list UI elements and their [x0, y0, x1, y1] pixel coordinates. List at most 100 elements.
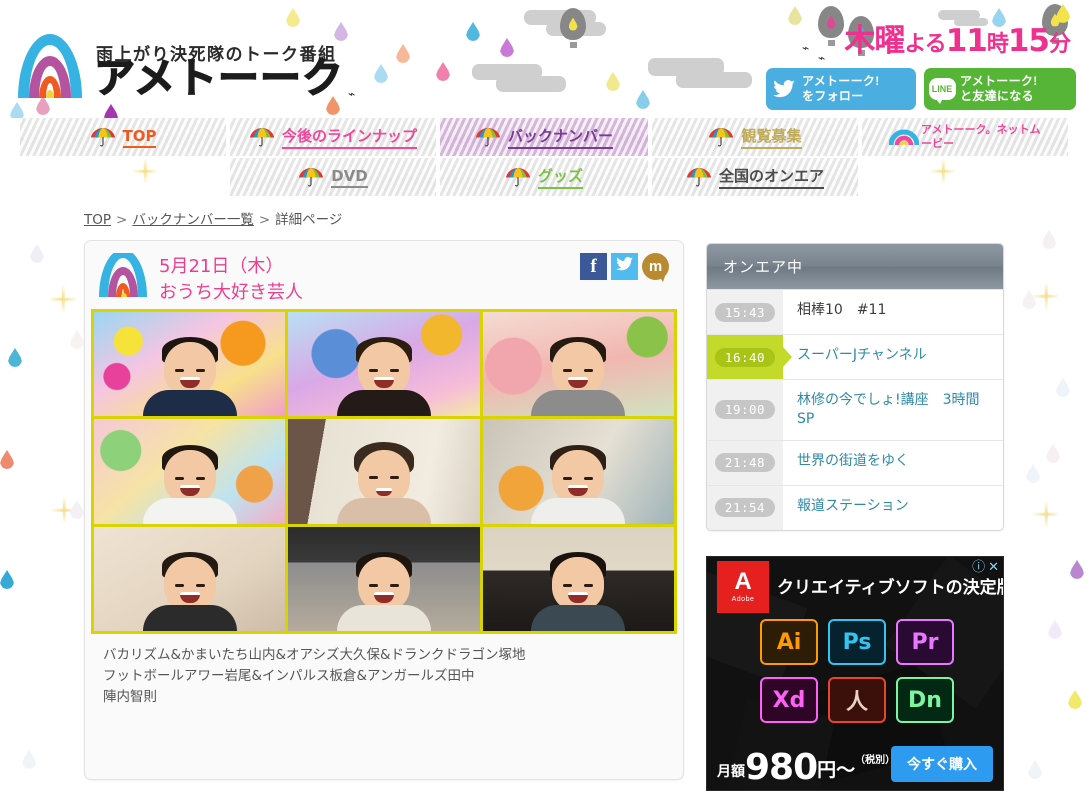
schedule-row[interactable]: 15:43 相棒10 #11 [707, 289, 1003, 334]
photo-cell [94, 526, 286, 631]
breadcrumb: TOP > バックナンバー一覧 > 詳細ページ [84, 208, 342, 228]
line-friend-button[interactable]: LINE アメトーーク! と友達になる [924, 68, 1076, 110]
schedule-row-current[interactable]: 16:40 スーパーJチャンネル [707, 334, 1003, 379]
logo-title: アメトーーク [93, 54, 344, 102]
advertisement-banner[interactable]: A Adobe クリエイティブソフトの決定版 ⓘ ✕ Ai Ps Pr Xd 人… [706, 556, 1004, 791]
umbrella-icon [298, 167, 324, 187]
raindrop [1068, 690, 1082, 709]
sparkle-icon [48, 284, 78, 314]
twitter-button-label: アメトーーク! をフォロー [802, 74, 880, 104]
breadcrumb-home[interactable]: TOP [84, 212, 111, 228]
share-buttons: f m [580, 253, 669, 282]
raindrop [992, 8, 1006, 27]
schedule-row[interactable]: 21:48 世界の街道をゆく [707, 439, 1003, 485]
breadcrumb-separator: > [258, 212, 271, 228]
twitter-label-line2: をフォロー [802, 89, 864, 103]
sparkle-icon [50, 496, 78, 524]
ad-close-icon[interactable]: ✕ [988, 560, 999, 573]
ad-price-label: 月額 [717, 764, 745, 780]
photo-cell [482, 526, 674, 631]
bird-icon: ⌁ [348, 87, 356, 101]
schedule-time-cell: 21:48 [707, 440, 783, 485]
episode-detail-card: 5月21日（木） おうち大好き芸人 f m バカリズム&かまいたち山内&オアシズ… [84, 240, 684, 780]
photo-cell [482, 312, 674, 417]
episode-date: 5月21日（木） [159, 256, 284, 277]
episode-caption: バカリズム&かまいたち山内&オアシズ大久保&ドランクドラゴン塚地 フットボールア… [103, 645, 669, 708]
mixi-share-button[interactable]: m [642, 253, 669, 282]
main-navigation: TOP 今後のラインナップ バックナンバー 観覧募集 アメトーーク。ネットムービ… [20, 118, 1068, 196]
twitter-bird-icon [616, 257, 633, 276]
photo-cell [288, 312, 480, 417]
photo-cell [288, 419, 480, 524]
schedule-title: 林修の今でしょ!講座 3時間SP [797, 392, 980, 427]
twitter-follow-button[interactable]: アメトーーク! をフォロー [766, 68, 916, 110]
adobe-mark: A [734, 568, 752, 596]
caption-line-2: フットボールアワー岩尾&インパルス板倉&アンガールズ田中 [103, 667, 475, 684]
raindrop [1048, 620, 1062, 639]
bird-icon: ⌁ [818, 51, 826, 65]
caption-line-1: バカリズム&かまいたち山内&オアシズ大久保&ドランクドラゴン塚地 [103, 647, 526, 663]
episode-photo-grid [91, 309, 677, 634]
schedule-time-cell: 16:40 [707, 335, 783, 379]
airtime-min-unit: 分 [1048, 32, 1071, 57]
airtime-hour-unit: 時 [986, 32, 1009, 57]
raindrop [0, 570, 14, 589]
schedule-title: 世界の街道をゆく [797, 452, 909, 469]
raindrop [500, 38, 514, 57]
illustrator-icon: Ai [760, 619, 818, 665]
breadcrumb-parent[interactable]: バックナンバー一覧 [132, 212, 254, 228]
raindrop [8, 348, 22, 367]
episode-header: 5月21日（木） おうち大好き芸人 f m [85, 241, 683, 309]
photo-cell [94, 419, 286, 524]
airtime-yoru: よる [904, 32, 946, 57]
breadcrumb-separator: > [116, 212, 128, 228]
nav-label-netmovie: アメトーーク。ネットムービー [921, 123, 1041, 150]
sparkle-icon [1032, 500, 1060, 528]
raindrop [104, 104, 118, 118]
schedule-time-cell: 19:00 [707, 380, 783, 440]
raindrop [1070, 560, 1084, 579]
umbrella-icon [708, 127, 734, 147]
schedule-time: 15:43 [714, 302, 776, 322]
raindrop [334, 22, 348, 41]
raindrop [466, 22, 480, 41]
schedule-time-cell: 15:43 [707, 290, 783, 334]
airtime-hour: 11 [945, 23, 988, 59]
nav-item-goods[interactable]: グッズ [440, 158, 650, 196]
nav-item-audience[interactable]: 観覧募集 [652, 118, 860, 156]
twitter-share-button[interactable] [611, 253, 638, 280]
hot-air-balloon-icon [818, 6, 844, 46]
nav-item-netmovie[interactable]: アメトーーク。ネットムービー [862, 118, 1068, 156]
nav-label-goods: グッズ [537, 165, 583, 189]
twitter-label-line1: アメトーーク! [802, 74, 880, 88]
rainbow-arc-icon [888, 127, 920, 147]
nav-item-nationwide-onair[interactable]: 全国のオンエア [652, 158, 860, 196]
photo-cell [94, 312, 286, 417]
airtime-day: 木曜 [844, 23, 905, 59]
schedule-time-cell: 21:54 [707, 485, 783, 530]
schedule-title: 報道ステーション [797, 497, 909, 514]
twitter-bird-icon [766, 80, 802, 98]
nav-item-lineup[interactable]: 今後のラインナップ [230, 118, 438, 156]
photo-cell [482, 419, 674, 524]
onair-panel: オンエア中 15:43 相棒10 #11 16:40 スーパーJチャンネル 19… [706, 243, 1004, 531]
dimension-icon: Dn [896, 677, 954, 723]
airtime-label: 木曜よる11時15分 [844, 23, 1071, 59]
schedule-time: 21:48 [714, 453, 776, 473]
sparkle-icon [1032, 282, 1060, 310]
nav-item-dvd[interactable]: DVD [230, 158, 438, 196]
umbrella-icon [505, 167, 531, 187]
nav-item-top[interactable]: TOP [20, 118, 228, 156]
umbrella-icon [475, 127, 501, 147]
nav-label-lineup: 今後のラインナップ [281, 125, 417, 149]
ad-cta-button[interactable]: 今すぐ購入 [891, 746, 993, 782]
line-icon: LINE [924, 78, 960, 104]
schedule-row[interactable]: 19:00 林修の今でしょ!講座 3時間SP [707, 379, 1003, 440]
ad-info-icon[interactable]: ⓘ [972, 560, 985, 573]
schedule-row[interactable]: 21:54 報道ステーション [707, 484, 1003, 530]
nav-item-backnumber[interactable]: バックナンバー [440, 118, 650, 156]
ad-price-tax-note: （税別） [855, 754, 896, 766]
site-logo[interactable]: 雨上がり決死隊のトーク番組 アメトーーク [18, 14, 344, 106]
episode-subject: おうち大好き芸人 [159, 282, 303, 304]
facebook-share-button[interactable]: f [580, 253, 607, 280]
